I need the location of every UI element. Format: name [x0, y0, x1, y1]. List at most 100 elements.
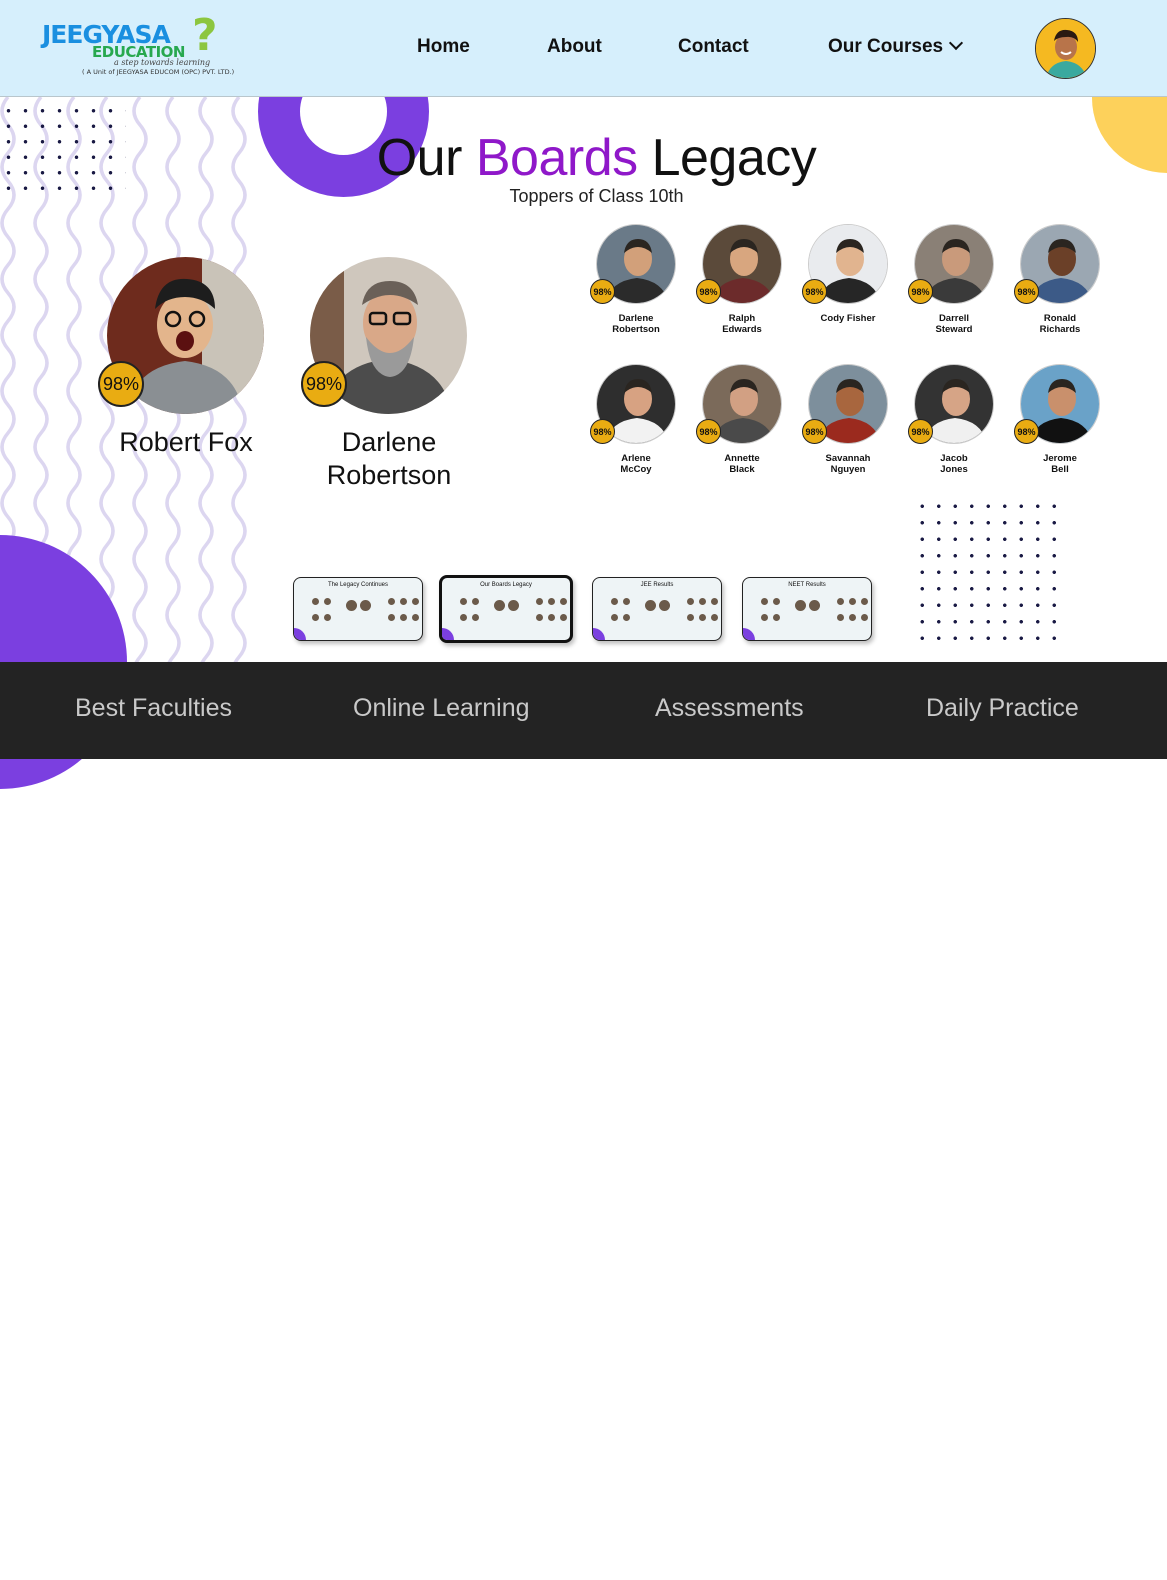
thumbnail-avatar: [645, 600, 656, 611]
score-badge: 98%: [802, 419, 827, 444]
score-badge: 98%: [696, 279, 721, 304]
thumbnail-avatar: [460, 614, 467, 621]
thumbnail-avatar: [611, 614, 618, 621]
thumbnail-avatar: [388, 598, 395, 605]
thumbnail-avatar: [773, 598, 780, 605]
nav-courses-label: Our Courses: [828, 36, 944, 57]
thumbnail-avatar: [312, 614, 319, 621]
thumbnail-avatar: [687, 598, 694, 605]
thumbnail-avatar: [773, 614, 780, 621]
score-badge: 98%: [1014, 279, 1039, 304]
thumbnail-avatar: [494, 600, 505, 611]
topper-name: Cody Fisher: [820, 313, 876, 324]
section-subtitle: Toppers of Class 10th: [509, 186, 684, 206]
thumbnail-decoration: [442, 628, 454, 640]
thumbnail-avatar: [861, 598, 868, 605]
thumbnail-avatar: [400, 614, 407, 621]
section-title: Our Boards Legacy: [0, 128, 1167, 188]
thumbnail-avatar: [472, 598, 479, 605]
thumbnail-avatar: [346, 600, 357, 611]
feature-item: Best Faculties: [75, 694, 233, 722]
site-logo[interactable]: JEEGYASA ? EDUCATION a step towards lear…: [42, 14, 235, 80]
topper-name: Darrell Steward: [935, 313, 973, 335]
score-badge: 98%: [301, 361, 347, 407]
slide-thumbnail[interactable]: Our Boards Legacy: [439, 575, 573, 643]
score-badge: 98%: [802, 279, 827, 304]
thumbnail-avatar: [412, 614, 419, 621]
score-badge: 98%: [590, 279, 615, 304]
thumbnail-avatar: [795, 600, 806, 611]
thumbnail-avatar: [388, 614, 395, 621]
topper-name: Jacob Jones: [940, 453, 968, 475]
topper-name: Savannah Nguyen: [825, 453, 871, 475]
dot-grid-decoration: [914, 498, 1062, 644]
thumbnail-avatar: [508, 600, 519, 611]
chevron-down-icon: [949, 35, 964, 51]
thumbnail-avatar: [460, 598, 467, 605]
thumbnail-avatar: [659, 600, 670, 611]
thumbnail-avatar: [560, 598, 567, 605]
thumbnail-avatar: [761, 598, 768, 605]
thumbnail-avatar: [548, 614, 555, 621]
nav-courses-dropdown[interactable]: Our Courses: [828, 35, 964, 58]
thumbnail-avatar: [699, 598, 706, 605]
nav-home-link[interactable]: Home: [417, 36, 470, 58]
title-part: Our: [376, 129, 463, 187]
topper-name: Arlene McCoy: [620, 453, 652, 475]
topper-name: Annette Black: [724, 453, 760, 475]
thumbnail-avatar: [400, 598, 407, 605]
thumbnail-avatar: [837, 598, 844, 605]
thumbnail-avatar: [611, 598, 618, 605]
thumbnail-avatar: [711, 598, 718, 605]
thumbnail-avatar: [861, 614, 868, 621]
thumbnail-title: NEET Results: [788, 582, 826, 588]
logo-unit-text: ( A Unit of JEEGYASA EDUCOM (OPC) PVT. L…: [82, 68, 235, 76]
thumbnail-avatar: [324, 598, 331, 605]
score-badge: 98%: [908, 419, 933, 444]
site-header: JEEGYASA ? EDUCATION a step towards lear…: [0, 0, 1167, 97]
user-avatar[interactable]: [1035, 18, 1096, 79]
logo-question-mark-icon: ?: [192, 10, 218, 61]
slide-thumbnail[interactable]: JEE Results: [592, 577, 722, 641]
thumbnail-avatar: [623, 598, 630, 605]
feature-item: Assessments: [655, 694, 804, 722]
topper-name: Robert Fox: [119, 427, 253, 457]
slide-thumbnail[interactable]: The Legacy Continues: [293, 577, 423, 641]
thumbnail-decoration: [743, 628, 755, 640]
slide-thumbnail[interactable]: NEET Results: [742, 577, 872, 641]
thumbnail-avatar: [761, 614, 768, 621]
thumbnail-avatar: [849, 614, 856, 621]
thumbnail-title: The Legacy Continues: [327, 582, 389, 588]
title-accent: Boards: [475, 129, 638, 187]
thumbnail-title: JEE Results: [640, 582, 674, 588]
thumbnail-avatar: [699, 614, 706, 621]
thumbnail-decoration: [294, 628, 306, 640]
nav-about-link[interactable]: About: [547, 36, 602, 58]
thumbnail-avatar: [548, 598, 555, 605]
thumbnail-avatar: [623, 614, 630, 621]
score-badge: 98%: [908, 279, 933, 304]
logo-tagline: a step towards learning: [114, 58, 211, 67]
score-badge: 98%: [590, 419, 615, 444]
thumbnail-avatar: [536, 598, 543, 605]
thumbnail-avatar: [412, 598, 419, 605]
user-avatar-image: [1036, 19, 1095, 78]
thumbnail-avatar: [560, 614, 567, 621]
page: JEEGYASA ? EDUCATION a step towards lear…: [0, 0, 1167, 1580]
thumbnail-avatar: [687, 614, 694, 621]
topper-name: Ronald Richards: [1039, 313, 1081, 335]
score-badge: 98%: [696, 419, 721, 444]
thumbnail-avatar: [711, 614, 718, 621]
topper-name: Darlene Robertson: [612, 313, 660, 335]
thumbnail-decoration: [593, 628, 605, 640]
thumbnail-avatar: [472, 614, 479, 621]
thumbnail-avatar: [360, 600, 371, 611]
topper-name: Ralph Edwards: [722, 313, 762, 335]
features-band: Best Faculties Online Learning Assessmen…: [0, 662, 1167, 759]
feature-item: Daily Practice: [926, 694, 1079, 722]
thumbnail-title: Our Boards Legacy: [480, 582, 532, 588]
score-badge: 98%: [98, 361, 144, 407]
score-badge: 98%: [1014, 419, 1039, 444]
nav-contact-link[interactable]: Contact: [678, 36, 749, 58]
thumbnail-avatar: [312, 598, 319, 605]
